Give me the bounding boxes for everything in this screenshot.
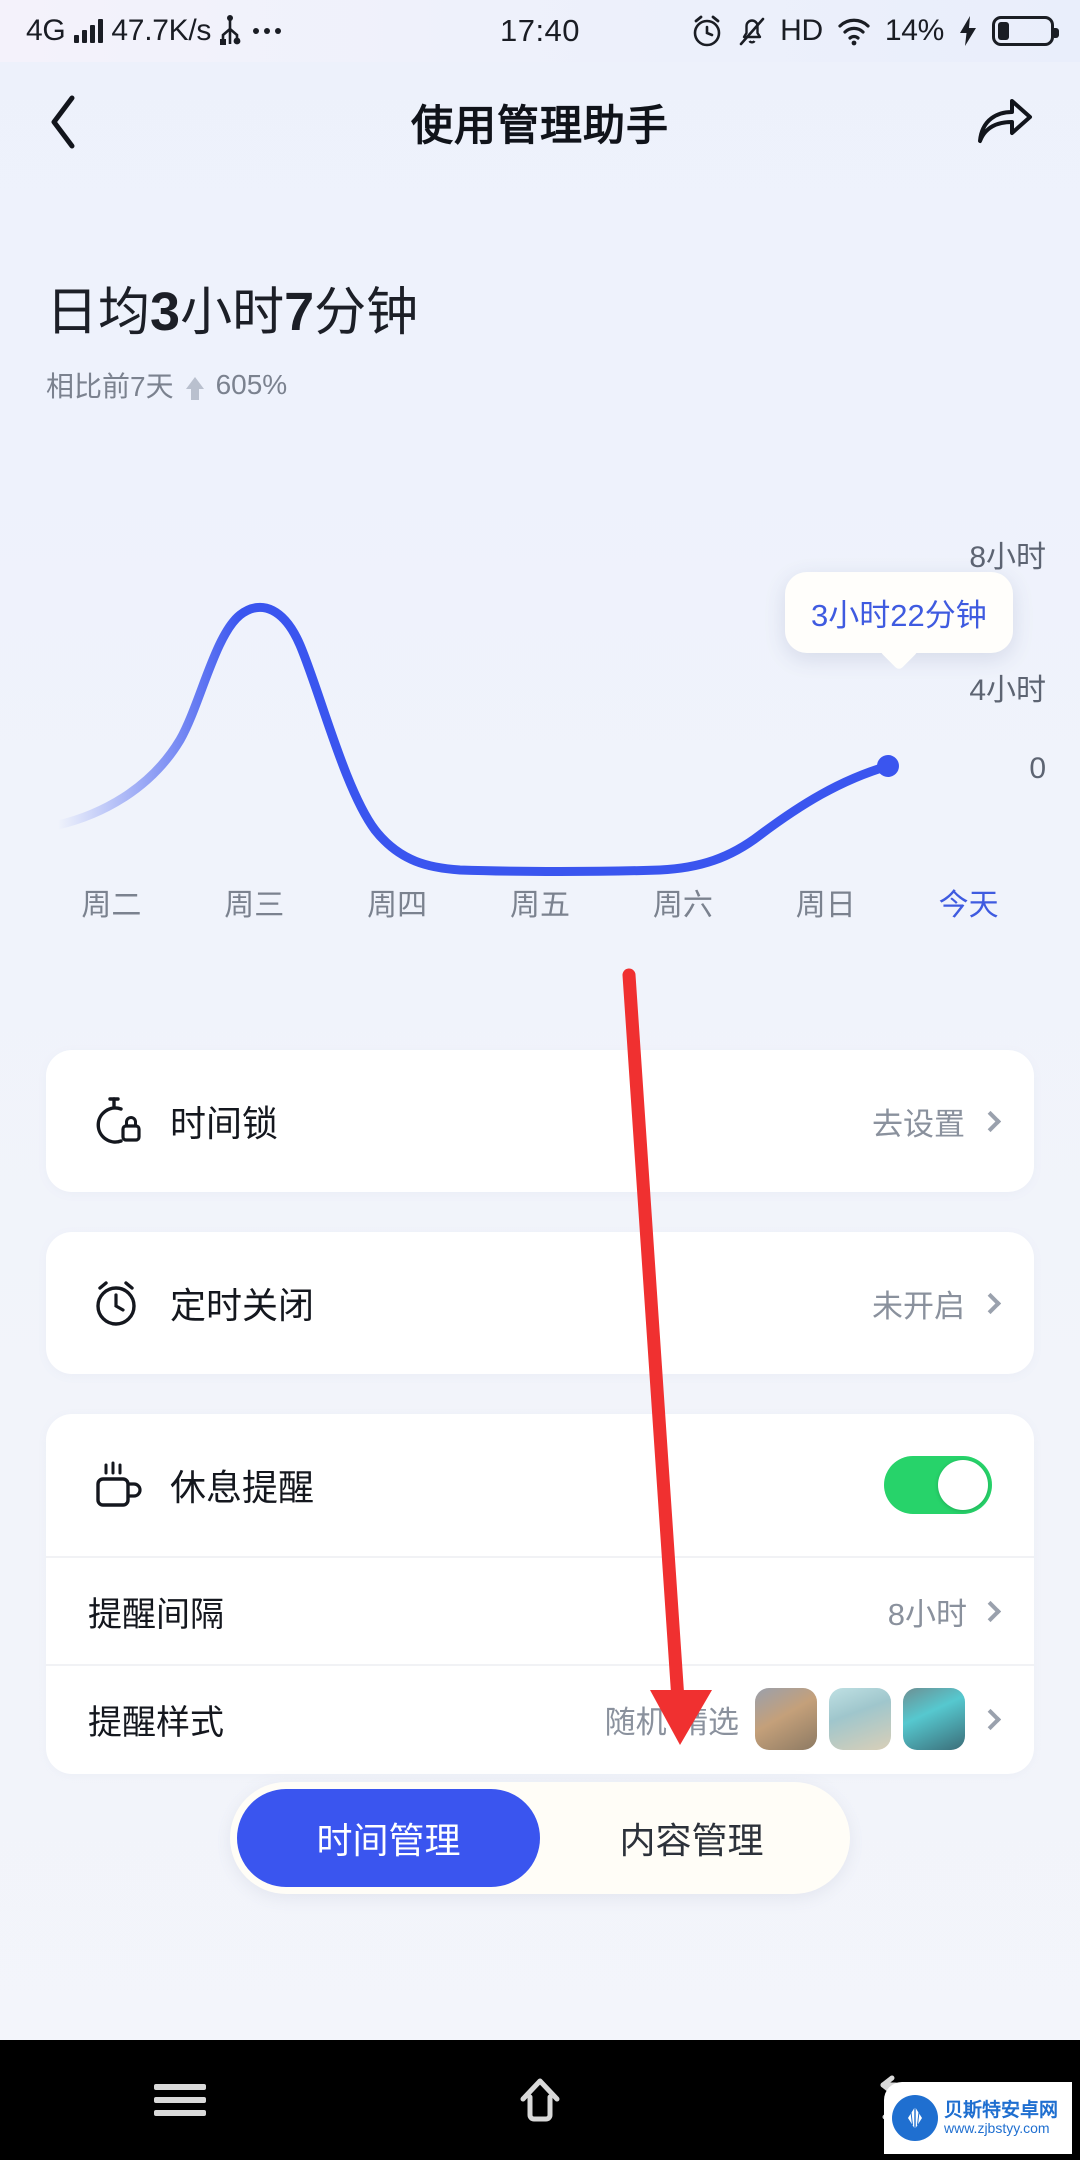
watermark-text: 贝斯特安卓网 www.zjbstyy.com	[944, 2100, 1058, 2137]
rest-reminder-row[interactable]: 休息提醒	[46, 1414, 1034, 1556]
watermark-title: 贝斯特安卓网	[944, 2099, 1059, 2121]
x-tick-tue[interactable]: 周二	[40, 880, 183, 924]
status-bar-right: HD 14%	[690, 14, 1059, 48]
chevron-right-icon	[979, 1600, 1002, 1622]
tab-time-management[interactable]: 时间管理	[237, 1789, 540, 1887]
clock-label: 17:40	[499, 13, 581, 48]
arrow-up-icon	[185, 377, 204, 400]
x-tick-sun[interactable]: 周日	[754, 880, 897, 924]
rest-reminder-card: 休息提醒 提醒间隔 8小时 提醒样式 随机·精选	[46, 1414, 1034, 1774]
reminder-style-thumbnails	[755, 1688, 965, 1750]
page-title: 使用管理助手	[410, 101, 669, 149]
thumb-wave	[903, 1688, 965, 1750]
x-tick-fri[interactable]: 周五	[469, 880, 612, 924]
home-icon	[520, 2078, 560, 2122]
menu-icon	[154, 2077, 206, 2123]
charging-bolt-icon	[960, 16, 976, 46]
signal-bars-icon	[74, 19, 104, 43]
chart-x-axis: 周二 周三 周四 周五 周六 周日 今天	[0, 880, 1080, 924]
y-tick-4h: 4小时	[969, 674, 1046, 707]
chevron-right-icon	[979, 1110, 1002, 1132]
daily-average-hours-unit: 小时	[180, 284, 285, 342]
time-lock-card[interactable]: 时间锁 去设置	[46, 1050, 1034, 1192]
time-lock-value: 去设置	[872, 1106, 965, 1142]
compare-row: 相比前7天 605%	[46, 365, 418, 405]
scheduled-off-row[interactable]: 定时关闭 未开启	[46, 1232, 1034, 1374]
reminder-interval-label: 提醒间隔	[88, 1595, 224, 1634]
scheduled-off-value: 未开启	[872, 1288, 965, 1324]
coffee-cup-icon	[88, 1457, 144, 1513]
bell-off-icon	[739, 17, 765, 46]
status-bar-left: 4G 47.7K/s	[26, 14, 282, 48]
tab-content-management[interactable]: 内容管理	[540, 1789, 843, 1887]
share-icon	[977, 99, 1032, 143]
x-tick-wed[interactable]: 周三	[183, 880, 326, 924]
toggle-knob	[938, 1460, 988, 1510]
battery-icon	[992, 16, 1059, 46]
chevron-right-icon	[979, 1292, 1002, 1314]
y-tick-8h: 8小时	[969, 541, 1046, 574]
usage-summary: 日均3小时7分钟 相比前7天 605%	[46, 270, 418, 405]
reminder-style-row[interactable]: 提醒样式 随机·精选	[46, 1664, 1034, 1772]
x-tick-sat[interactable]: 周六	[611, 880, 754, 924]
watermark-url: www.zjbstyy.com	[944, 2119, 1050, 2136]
time-lock-label: 时间锁	[170, 1103, 279, 1144]
usage-line	[53, 602, 893, 876]
wifi-icon	[838, 18, 870, 46]
reminder-style-label: 提醒样式	[88, 1703, 224, 1742]
scheduled-off-card[interactable]: 定时关闭 未开启	[46, 1232, 1034, 1374]
more-dots-icon	[253, 28, 282, 34]
network-speed-label: 47.7K/s	[111, 14, 212, 47]
compare-value: 605%	[215, 369, 288, 400]
rest-reminder-label: 休息提醒	[170, 1467, 315, 1508]
daily-average-prefix: 日均	[46, 284, 151, 342]
thumb-desert	[755, 1688, 817, 1750]
alarm-icon	[693, 15, 721, 47]
thumb-lighthouse	[829, 1688, 891, 1750]
time-lock-row[interactable]: 时间锁 去设置	[46, 1050, 1034, 1192]
usage-line-chart	[53, 602, 899, 876]
usb-icon	[220, 15, 241, 45]
x-tick-today[interactable]: 今天	[897, 880, 1040, 924]
daily-average-text: 日均3小时7分钟	[46, 270, 418, 345]
chart-tooltip: 3小时22分钟	[785, 572, 1013, 653]
battery-percent-label: 14%	[884, 14, 944, 47]
bottom-tab-bar: 时间管理 内容管理	[230, 1782, 850, 1894]
reminder-interval-row[interactable]: 提醒间隔 8小时	[46, 1556, 1034, 1664]
y-tick-0: 0	[1029, 752, 1046, 785]
home-button[interactable]	[480, 2040, 600, 2160]
chevron-left-icon	[51, 95, 75, 149]
chevron-right-icon	[979, 1708, 1002, 1730]
usage-chart: 8小时 4小时 0	[0, 470, 1080, 890]
daily-average-minutes: 7	[284, 282, 315, 342]
daily-average-hours: 3	[150, 282, 181, 342]
app-bar: 使用管理助手	[0, 62, 1080, 182]
share-button[interactable]	[964, 87, 1034, 157]
status-bar: 4G 47.7K/s 17:40 HD 14%	[0, 0, 1080, 62]
back-button[interactable]	[46, 87, 116, 157]
x-tick-thu[interactable]: 周四	[326, 880, 469, 924]
scheduled-off-label: 定时关闭	[170, 1285, 315, 1326]
hd-icon: HD	[780, 14, 823, 47]
today-data-point	[877, 755, 899, 777]
rest-reminder-toggle[interactable]	[884, 1456, 992, 1514]
site-watermark: 贝斯特安卓网 www.zjbstyy.com	[884, 2082, 1072, 2154]
compare-label: 相比前7天	[46, 371, 174, 402]
network-type-label: 4G	[26, 14, 66, 47]
watermark-logo-icon	[892, 2095, 938, 2141]
daily-average-minutes-unit: 分钟	[314, 284, 419, 342]
stopwatch-lock-icon	[88, 1093, 144, 1149]
alarm-clock-icon	[88, 1275, 144, 1331]
reminder-style-value: 随机·精选	[604, 1704, 739, 1740]
reminder-interval-value: 8小时	[887, 1596, 967, 1632]
phone-screen: 4G 47.7K/s 17:40 HD 14% 使用管理助手 日均3小时7分钟 …	[0, 0, 1080, 2160]
menu-button[interactable]	[120, 2040, 240, 2160]
